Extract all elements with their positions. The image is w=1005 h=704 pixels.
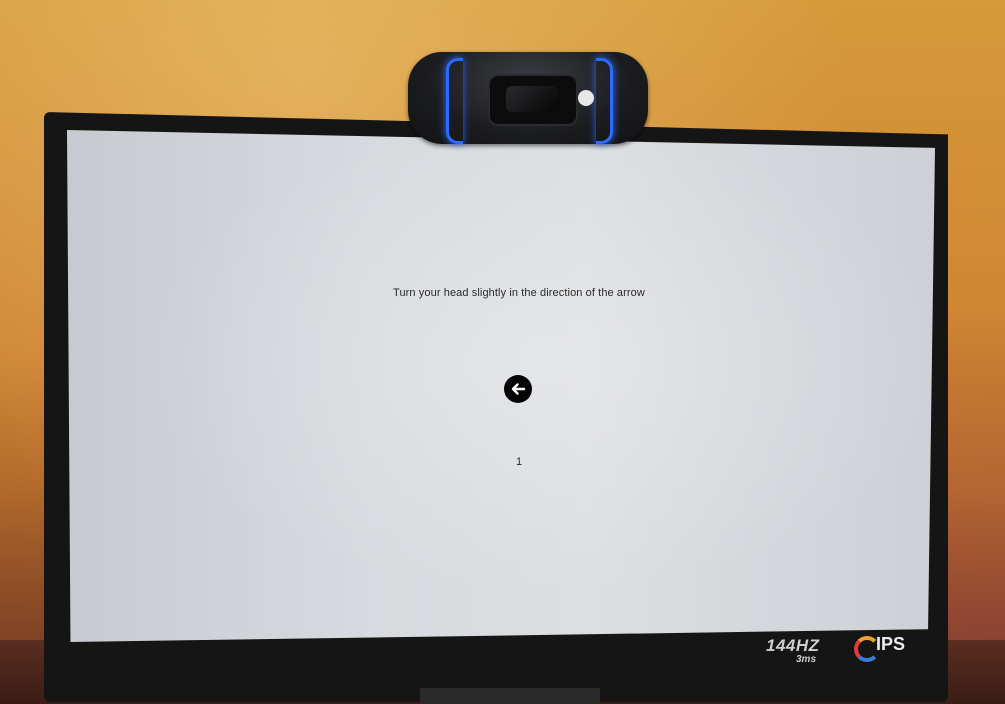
response-time-badge: 3ms (796, 654, 817, 665)
step-counter: 1 (515, 456, 523, 468)
arrow-left-glyph (511, 383, 526, 395)
instruction-text: Turn your head slightly in the direction… (393, 287, 645, 299)
webcam (408, 52, 648, 144)
monitor-stand (420, 688, 600, 704)
monitor-badges: 144HZ 3ms IPS (760, 628, 930, 672)
photo: Turn your head slightly in the direction… (0, 0, 1005, 704)
webcam-logo-icon (578, 90, 594, 106)
webcam-light-left (446, 58, 463, 144)
webcam-lens-glass (506, 86, 558, 112)
webcam-lens (488, 74, 578, 126)
screen-glow (67, 130, 935, 642)
refresh-rate-badge: 144HZ (766, 636, 820, 655)
ips-badge: IPS (876, 634, 906, 654)
monitor-screen: Turn your head slightly in the direction… (67, 130, 935, 642)
webcam-light-right (596, 58, 613, 144)
arrow-left-icon (504, 375, 532, 403)
